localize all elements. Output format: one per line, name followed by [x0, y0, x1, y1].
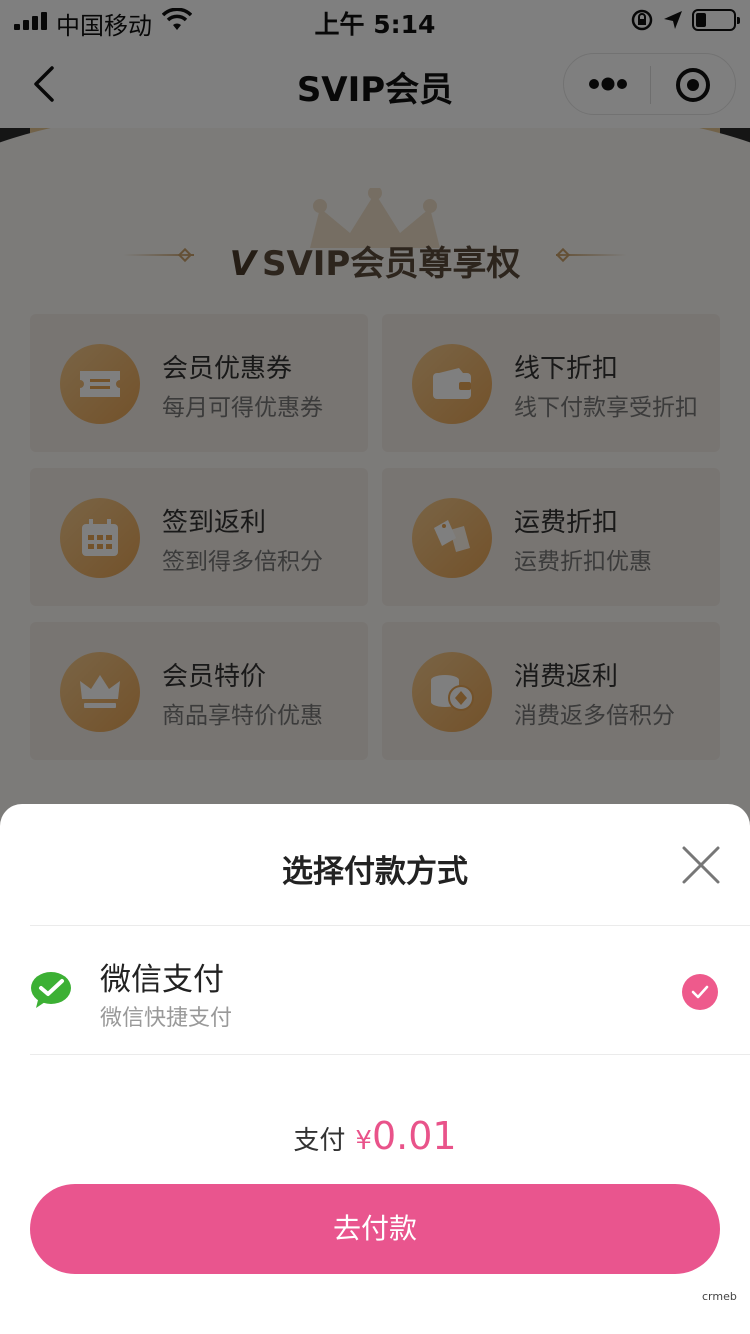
selected-check-icon[interactable] [682, 974, 718, 1010]
pay-amount: 支付 ¥0.01 [0, 1114, 750, 1158]
close-icon[interactable] [678, 842, 724, 888]
divider [30, 1054, 750, 1055]
amount-value: 0.01 [371, 1114, 457, 1158]
payment-sheet: 选择付款方式 微信支付 微信快捷支付 支付 ¥0.01 去付款 crmeb [0, 804, 750, 1334]
watermark-logo: crmeb [702, 1290, 737, 1303]
pay-label: 支付 [293, 1126, 346, 1156]
currency-symbol: ¥ [355, 1126, 372, 1156]
pay-button[interactable]: 去付款 [30, 1184, 720, 1274]
payment-method-name: 微信支付 [100, 962, 224, 998]
payment-method-desc: 微信快捷支付 [100, 1006, 233, 1031]
sheet-title: 选择付款方式 [282, 854, 468, 890]
wechat-pay-icon [31, 972, 71, 1008]
payment-method-wechat[interactable]: 微信支付 微信快捷支付 [0, 926, 750, 1054]
